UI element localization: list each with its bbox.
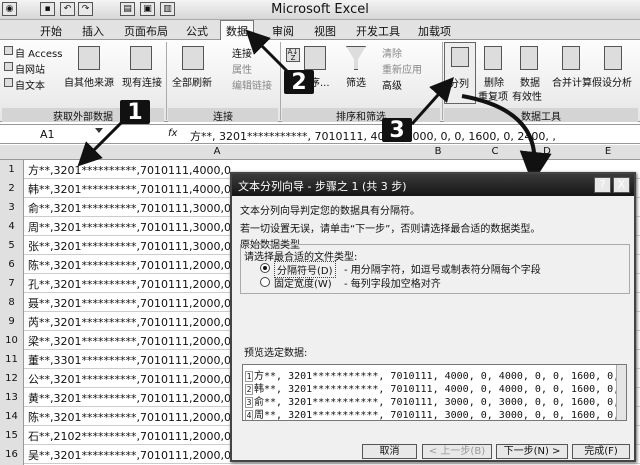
close-button[interactable]: X (613, 177, 630, 193)
preview-row-text: 周**, 3201***********, 7010111, 3000, 0, … (254, 410, 627, 421)
finish-button[interactable]: 完成(F) (572, 444, 630, 459)
radio-delimited-desc: - 用分隔字符，如逗号或制表符分隔每个字段 (344, 265, 541, 276)
text-to-columns-dialog: 文本分列向导 - 步骤之 1 (共 3 步) ? X 文本分列向导判定您的数据具… (230, 172, 636, 462)
radio-fixed-width-label[interactable]: 固定宽度(W) (274, 275, 332, 290)
preview-box[interactable]: 1 方**, 3201***********, 7010111, 4000, 0,… (242, 364, 627, 421)
arrow-2 (245, 29, 292, 76)
radio-fixed-width-desc: - 每列字段加空格对齐 (344, 279, 441, 290)
dialog-title-bar: 文本分列向导 - 步骤之 1 (共 3 步) ? X (232, 174, 634, 196)
back-button[interactable]: < 上一步(B) (422, 444, 492, 459)
preview-label: 预览选定数据: (244, 348, 308, 359)
preview-row-number: 4 (245, 410, 253, 420)
help-button[interactable]: ? (594, 177, 611, 193)
radio-delimited[interactable] (260, 263, 270, 273)
dialog-line-1: 文本分列向导判定您的数据具有分隔符。 (240, 206, 420, 217)
arrow-3 (410, 77, 455, 126)
arrow-1 (77, 116, 128, 167)
radio-fixed-width[interactable] (260, 277, 270, 287)
cancel-button[interactable]: 取消 (362, 444, 417, 459)
arrow-to-dialog (461, 94, 552, 184)
preview-row: 4 周**, 3201***********, 7010111, 3000, 0,… (245, 406, 627, 421)
preview-scrollbar[interactable] (616, 365, 626, 420)
dialog-line-2: 若一切设置无误，请单击“下一步”，否则请选择最合适的数据类型。 (240, 224, 541, 235)
next-button[interactable]: 下一步(N) > (496, 444, 568, 459)
dialog-title: 文本分列向导 - 步骤之 1 (共 3 步) (238, 180, 407, 193)
